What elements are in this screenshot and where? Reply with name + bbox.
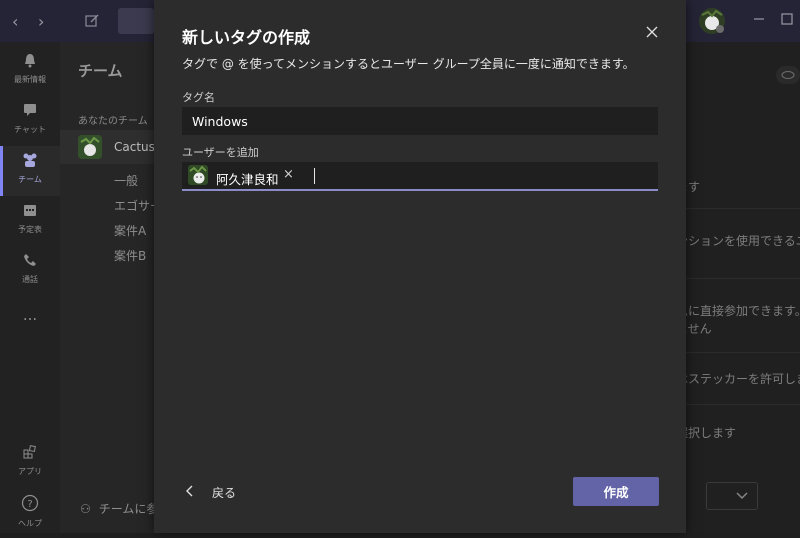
apps-icon xyxy=(0,444,60,464)
settings-text: ンションを使用できるユー xyxy=(686,234,800,248)
rail-label: ヘルプ xyxy=(18,519,42,528)
chevron-down-icon xyxy=(736,492,748,499)
create-button[interactable]: 作成 xyxy=(573,477,659,506)
teams-heading: チーム xyxy=(78,62,123,80)
chat-icon xyxy=(0,102,60,122)
selected-user-name: 阿久津良和 xyxy=(216,172,279,187)
team-name[interactable]: Cactus xyxy=(114,140,154,154)
dialog-title: 新しいタグの作成 xyxy=(182,28,311,47)
join-team-button[interactable]: ⚇ チームに参加 xyxy=(80,500,154,517)
join-team-icon: ⚇ xyxy=(80,502,91,516)
team-settings-pane: ます ンションを使用できるユー ムに直接参加できます。 ません はステッカーを許… xyxy=(686,42,800,533)
forward-arrow-icon[interactable]: › xyxy=(38,12,44,31)
rail-item-teams[interactable]: チーム xyxy=(0,146,60,196)
settings-text: ません xyxy=(686,322,712,336)
divider xyxy=(686,404,800,405)
divider xyxy=(686,352,800,353)
minimize-icon[interactable] xyxy=(752,12,766,26)
back-label: 戻る xyxy=(212,486,237,500)
tag-name-input[interactable] xyxy=(182,107,658,135)
eye-icon[interactable] xyxy=(776,66,800,84)
settings-text: はステッカーを許可しま xyxy=(686,372,800,386)
create-tag-dialog: 新しいタグの作成 タグで @ を使ってメンションするとユーザー グループ全員に一… xyxy=(154,0,686,533)
rail-item-calls[interactable]: 通話 xyxy=(0,246,60,296)
close-icon[interactable] xyxy=(642,22,662,42)
compose-icon[interactable] xyxy=(84,13,100,29)
search-box[interactable] xyxy=(118,8,154,34)
rail-label: チャット xyxy=(14,125,46,134)
rail-label: アプリ xyxy=(18,467,42,476)
back-arrow-icon[interactable]: ‹ xyxy=(12,12,18,31)
settings-dropdown[interactable] xyxy=(706,482,758,510)
svg-text:?: ? xyxy=(27,499,32,510)
divider xyxy=(686,278,800,279)
chevron-left-icon xyxy=(186,485,193,497)
your-teams-label: あなたのチーム xyxy=(78,116,148,127)
more-icon: ... xyxy=(22,306,38,324)
settings-text: 選択します xyxy=(686,426,737,440)
calendar-icon xyxy=(0,202,60,222)
maximize-icon[interactable] xyxy=(780,12,794,26)
text-caret xyxy=(314,168,315,184)
settings-text: ムに直接参加できます。 xyxy=(686,304,800,318)
rail-item-calendar[interactable]: 予定表 xyxy=(0,196,60,246)
rail-item-more[interactable]: ... xyxy=(0,300,60,350)
app-rail: 最新情報 チャット チーム 予定表 通話 ... アプリ ? ヘルプ xyxy=(0,42,60,533)
rail-label: 通話 xyxy=(22,275,38,284)
tag-name-label: タグ名 xyxy=(182,91,215,104)
channel-item[interactable]: 一般 xyxy=(114,172,138,189)
rail-item-chat[interactable]: チャット xyxy=(0,96,60,146)
rail-label: 予定表 xyxy=(18,225,42,234)
team-avatar xyxy=(78,135,102,159)
rail-item-apps[interactable]: アプリ xyxy=(0,438,60,488)
rail-item-activity[interactable]: 最新情報 xyxy=(0,46,60,96)
profile-avatar[interactable] xyxy=(698,7,726,35)
teams-panel: チーム あなたのチーム Cactus 一般 エゴサーチ 案件A 案件B ⚇ チーム… xyxy=(60,42,154,533)
help-icon: ? xyxy=(0,494,60,516)
remove-user-icon[interactable]: × xyxy=(283,167,294,182)
teams-icon xyxy=(0,152,60,172)
dialog-description: タグで @ を使ってメンションするとユーザー グループ全員に一度に通知できます。 xyxy=(182,57,635,71)
settings-text: ます xyxy=(686,180,701,194)
join-team-label: チームに参加 xyxy=(98,502,154,516)
rail-label: チーム xyxy=(18,175,42,184)
add-user-input[interactable]: 阿久津良和 × xyxy=(182,162,658,191)
bell-icon xyxy=(0,52,60,72)
phone-icon xyxy=(0,252,60,272)
add-user-label: ユーザーを追加 xyxy=(182,146,259,159)
rail-item-help[interactable]: ? ヘルプ xyxy=(0,488,60,538)
channel-item[interactable]: 案件B xyxy=(114,247,146,264)
rail-label: 最新情報 xyxy=(14,75,46,84)
divider xyxy=(686,208,800,209)
user-avatar xyxy=(188,165,208,185)
channel-item[interactable]: エゴサーチ xyxy=(114,197,154,214)
channel-item[interactable]: 案件A xyxy=(114,222,146,239)
